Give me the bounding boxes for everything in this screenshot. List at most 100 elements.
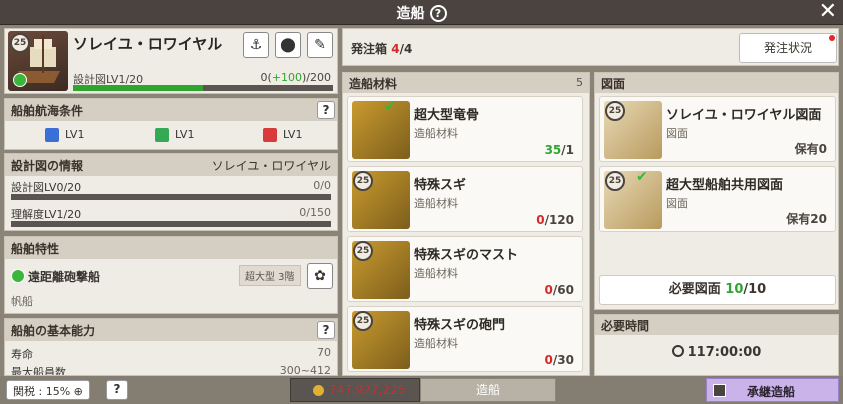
- blueprint-ship-name: ソレイユ・ロワイヤル: [211, 159, 331, 173]
- blueprint-owned: 保有20: [786, 212, 827, 226]
- sail-icon: [45, 128, 59, 142]
- rudder-icon: [155, 128, 169, 142]
- title-bar: 造船? ✕: [0, 0, 843, 25]
- required-blueprints: 必要図面 10/10: [599, 275, 836, 305]
- check-icon: ✔: [384, 99, 396, 115]
- material-count: 0/30: [544, 353, 574, 367]
- window-title: 造船?: [0, 3, 843, 23]
- order-box-label: 発注箱 4/4: [351, 42, 413, 56]
- clock-icon: [671, 345, 684, 357]
- level-badge: 25: [605, 171, 625, 191]
- material-card[interactable]: 25 特殊スギのマスト 造船材料 0/60: [347, 236, 583, 302]
- info-row-label: 設計図LV0/20: [11, 181, 82, 194]
- tax-rate[interactable]: 関税 : 15% ⊕: [6, 380, 90, 400]
- basic-stats-panel: 船舶の基本能力 ? 寿命 70 最大船員数 300~412: [4, 318, 338, 376]
- stat-label: 最大船員数: [11, 366, 66, 376]
- material-card[interactable]: ✔ 超大型竜骨造船材料 35/1: [347, 96, 583, 162]
- time-value: 117:00:00: [595, 345, 838, 360]
- material-type: 造船材料: [414, 197, 458, 210]
- info-row-bar: [11, 194, 331, 200]
- blueprint-list: 25 ソレイユ・ロワイヤル図面 図面 保有0 25 ✔ 超大型船舶共用図面 図面 保有20: [599, 96, 836, 236]
- blueprint-card[interactable]: 25 ソレイユ・ロワイヤル図面 図面保有0: [599, 96, 836, 162]
- trait-category: 帆船: [11, 295, 33, 308]
- section-header: 船舶特性: [5, 237, 337, 259]
- checkbox[interactable]: [713, 384, 726, 397]
- help-button[interactable]: ?: [317, 321, 335, 339]
- inherit-build-button[interactable]: 承継造船: [706, 378, 839, 402]
- blueprint-name: ソレイユ・ロワイヤル図面: [666, 108, 822, 123]
- material-type: 造船材料: [414, 127, 458, 140]
- material-type: 造船材料: [414, 337, 458, 350]
- location-button[interactable]: ⬤: [275, 32, 301, 58]
- stat-value: 70: [317, 346, 331, 359]
- material-name: 超大型竜骨: [414, 108, 480, 123]
- close-icon[interactable]: ✕: [819, 0, 837, 24]
- info-row-value: 0/150: [299, 206, 331, 219]
- favorite-icon[interactable]: [13, 73, 27, 87]
- condition-list: LV1 LV1 LV1: [5, 123, 337, 149]
- trait-type-name: 遠距離砲撃船: [28, 270, 101, 284]
- stat-value: 300~412: [279, 364, 331, 376]
- help-icon[interactable]: ?: [429, 5, 447, 22]
- blueprint-owned: 保有0: [794, 142, 827, 156]
- material-type: 造船材料: [414, 267, 458, 280]
- material-name: 特殊スギ: [414, 178, 467, 193]
- silver-display: 747,927,225: [290, 378, 420, 402]
- blueprint-name: 超大型船舶共用図面: [666, 178, 784, 193]
- info-row-value: 0/0: [313, 179, 331, 192]
- size-tag: 超大型 3階: [239, 265, 301, 286]
- materials-panel: 造船材料 5 ✔ 超大型竜骨 造船材料 35/1 25 特殊スギ 造船材料 0/120 25 特殊…: [342, 72, 590, 376]
- captain-button[interactable]: ⚓: [243, 32, 269, 58]
- help-button[interactable]: ?: [106, 380, 128, 400]
- material-name: 特殊スギの砲門: [414, 318, 506, 333]
- cross-icon: [263, 128, 277, 142]
- notification-dot: [829, 35, 835, 41]
- section-header: 船舶の基本能力: [5, 319, 337, 341]
- progress-fill: [73, 85, 203, 91]
- zoom-icon: ⊕: [73, 385, 83, 398]
- ship-traits-panel: 船舶特性 遠距離砲撃船 超大型 3階 ✿ 帆船: [4, 236, 338, 314]
- condition-level: LV1: [283, 128, 303, 141]
- blueprint-card[interactable]: 25 ✔ 超大型船舶共用図面 図面保有20: [599, 166, 836, 232]
- level-badge: 25: [353, 311, 373, 331]
- material-count: 0/120: [536, 213, 574, 227]
- section-header: 船舶航海条件: [5, 99, 337, 121]
- ship-header-panel: 25 ソレイユ・ロワイヤル ⚓ ⬤ ✎ 設計図LV1/20 0(+100)/20…: [4, 28, 338, 94]
- section-header: 図面: [595, 73, 838, 93]
- material-count: 35/1: [544, 143, 574, 157]
- blueprint-info-panel: 設計図の情報 ソレイユ・ロワイヤル 設計図LV0/20 0/0 理解度LV1/2…: [4, 153, 338, 231]
- material-name: 特殊スギのマスト: [414, 248, 519, 263]
- trait-icon: [11, 269, 25, 283]
- condition-level: LV1: [65, 128, 85, 141]
- ship-name: ソレイユ・ロワイヤル: [73, 35, 223, 53]
- level-badge: 25: [605, 101, 625, 121]
- blueprint-type: 図面: [666, 197, 688, 210]
- check-icon: ✔: [636, 169, 648, 185]
- material-card[interactable]: 25 特殊スギ造船材料 0/120: [347, 166, 583, 232]
- blueprint-progress-bar: [73, 85, 333, 91]
- build-button[interactable]: 造船: [420, 378, 556, 402]
- blueprint-progress-text: 0(+100)/200: [260, 71, 331, 84]
- skill-icon[interactable]: ✿: [307, 263, 333, 289]
- material-thumbnail: [352, 101, 410, 159]
- material-list: ✔ 超大型竜骨 造船材料 35/1 25 特殊スギ 造船材料 0/120 25 特殊スギのマスト造…: [347, 96, 587, 375]
- info-row-bar: [11, 221, 331, 227]
- bottom-bar: 関税 : 15% ⊕ ? 747,927,225 造船 承継造船: [0, 376, 843, 404]
- material-count: 5: [576, 76, 583, 89]
- section-header: 造船材料: [343, 73, 589, 93]
- section-header: 必要時間: [595, 315, 838, 335]
- info-row-label: 理解度LV1/20: [11, 208, 82, 221]
- stat-label: 寿命: [11, 348, 33, 361]
- level-badge: 25: [353, 171, 373, 191]
- edit-button[interactable]: ✎: [307, 32, 333, 58]
- order-box-panel: 発注箱 4/4 発注状況: [342, 28, 839, 66]
- navigation-conditions-panel: 船舶航海条件 ? LV1 LV1 LV1: [4, 98, 338, 150]
- order-status-button[interactable]: 発注状況: [739, 33, 837, 63]
- level-badge: 25: [353, 241, 373, 261]
- time-panel: 必要時間 117:00:00: [594, 314, 839, 376]
- blueprints-panel: 図面 25 ソレイユ・ロワイヤル図面 図面 保有0 25 ✔ 超大型船舶共用図面 図面 保有20…: [594, 72, 839, 310]
- help-button[interactable]: ?: [317, 101, 335, 119]
- material-card[interactable]: 25 特殊スギの砲門 造船材料 0/30: [347, 306, 583, 372]
- coin-icon: [313, 385, 324, 396]
- blueprint-type: 図面: [666, 127, 688, 140]
